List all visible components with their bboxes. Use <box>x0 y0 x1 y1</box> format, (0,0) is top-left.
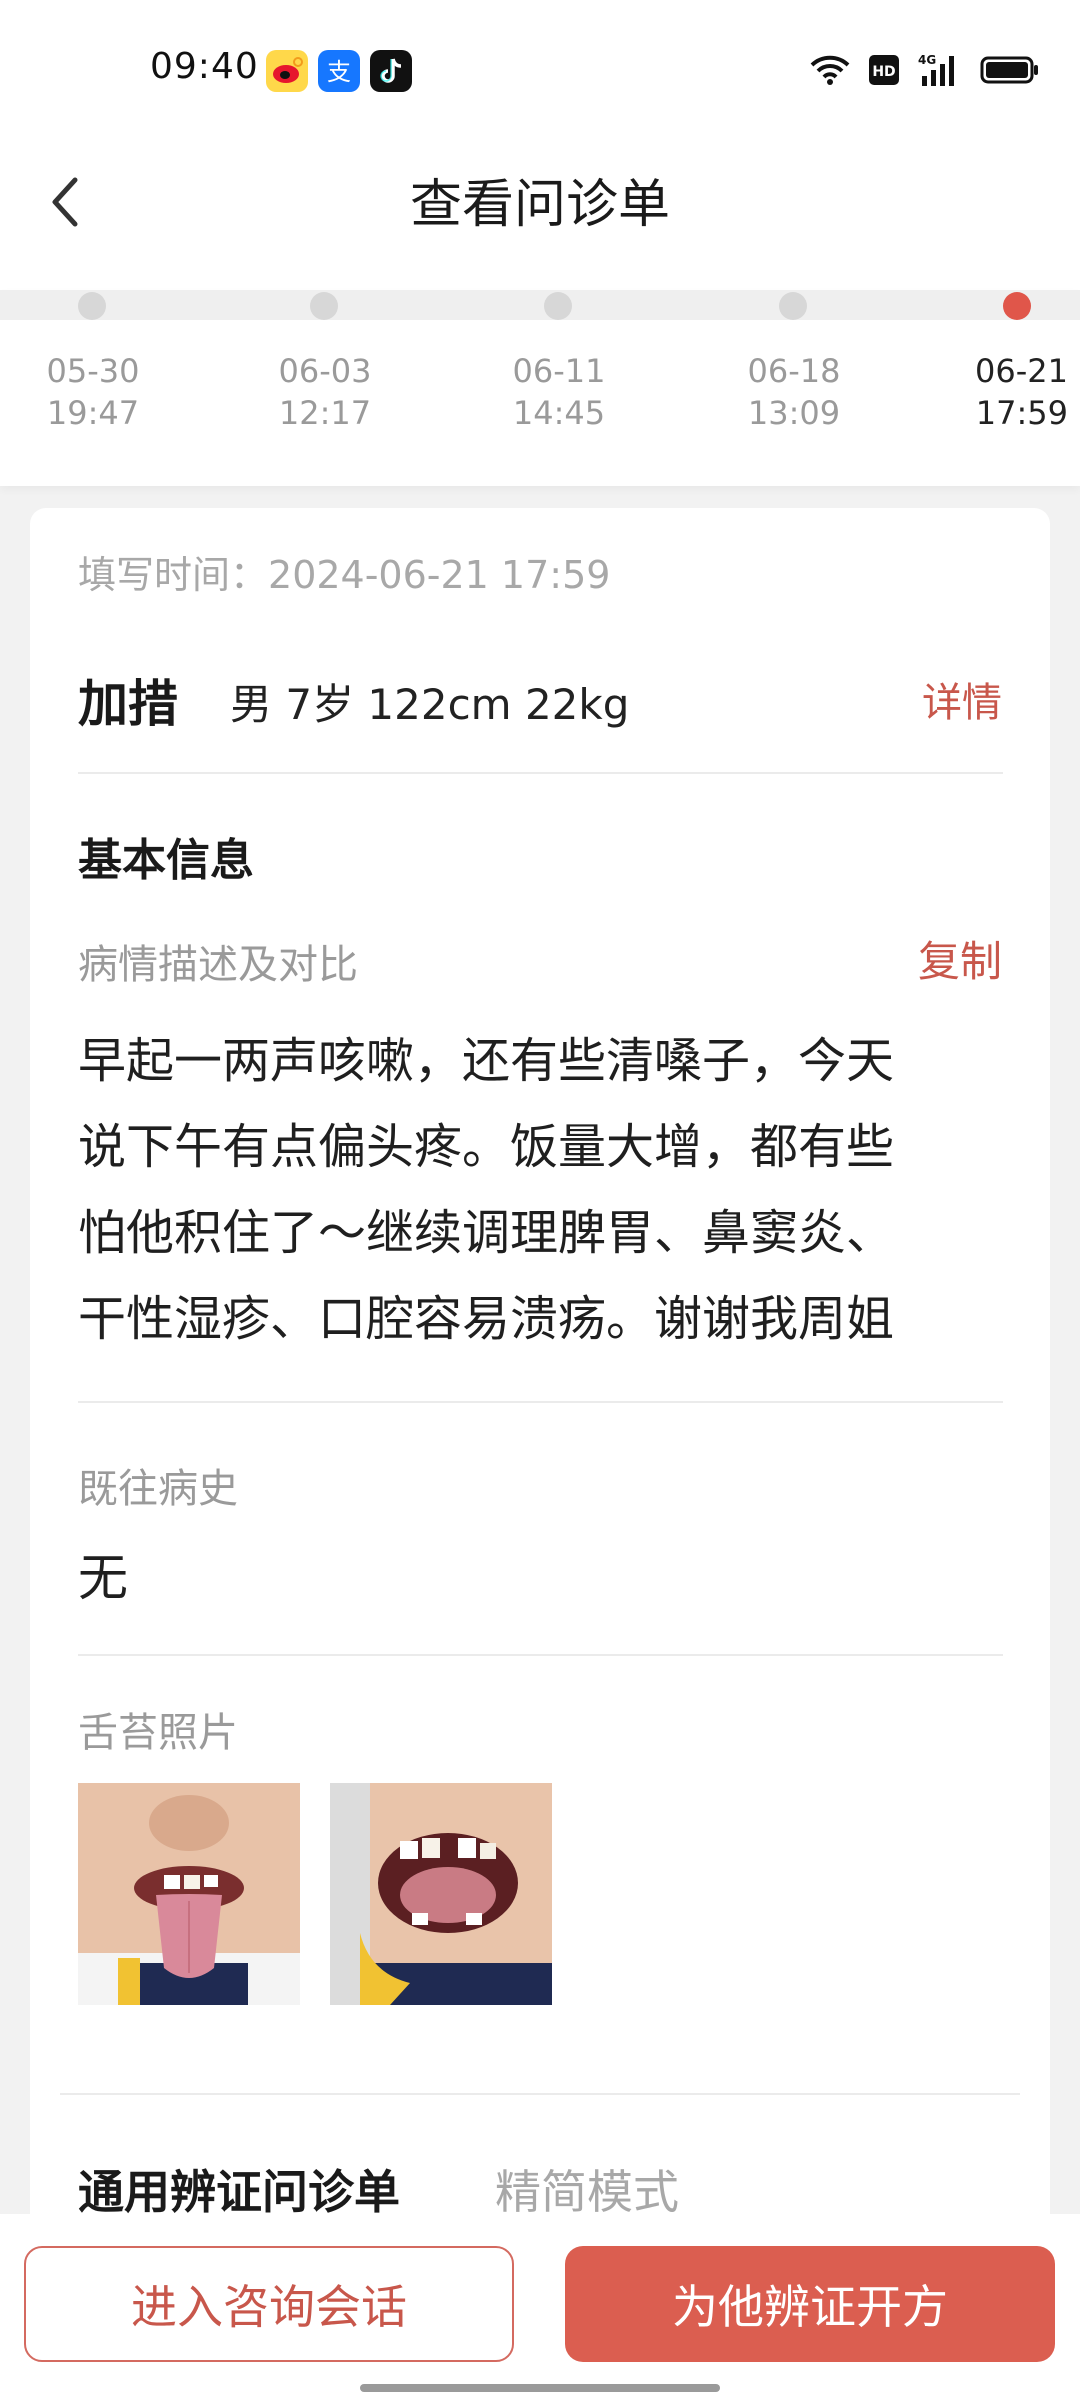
patient-name: 加措 <box>78 675 178 733</box>
history-value: 无 <box>78 1549 128 1607</box>
timeline-date: 06-11 <box>512 352 606 390</box>
consult-session-button[interactable]: 进入咨询会话 <box>24 2246 514 2362</box>
alipay-icon: 支 <box>318 50 360 92</box>
fill-time-label: 填写时间： <box>78 553 269 597</box>
history-label: 既往病史 <box>78 1466 238 1512</box>
header: 查看问诊单 <box>0 140 1080 290</box>
timeline-time: 19:47 <box>46 394 140 432</box>
divider <box>78 772 1003 774</box>
description-label: 病情描述及对比 <box>78 942 358 988</box>
tongue-photo-thumbnail[interactable] <box>330 1783 552 2005</box>
timeline-dot <box>310 292 338 320</box>
status-bar: 09:40 支 HD 4G <box>0 0 1080 140</box>
weibo-icon <box>266 50 308 92</box>
basic-info-title: 基本信息 <box>78 835 254 886</box>
tongue-photo-label: 舌苔照片 <box>78 1710 238 1756</box>
timeline-track <box>0 290 1080 320</box>
page-title: 查看问诊单 <box>409 175 670 235</box>
timeline-date: 05-30 <box>46 352 140 390</box>
fill-time: 填写时间：2024-06-21 17:59 <box>78 544 610 599</box>
timeline-date: 06-21 <box>975 352 1068 390</box>
home-indicator[interactable] <box>360 2384 720 2392</box>
description-line: 说下午有点偏头疼。饭量大增，都有些 <box>78 1119 895 1175</box>
timeline-time: 12:17 <box>278 394 372 432</box>
timeline-dot <box>78 292 106 320</box>
consultation-card: 填写时间：2024-06-21 17:59 加措 男 7岁 122cm 22kg… <box>30 508 1050 2268</box>
battery-icon <box>980 54 1040 90</box>
prescribe-button[interactable]: 为他辨证开方 <box>565 2246 1055 2362</box>
svg-text:HD: HD <box>872 64 895 80</box>
fill-time-value: 2024-06-21 17:59 <box>268 553 611 597</box>
condition-description: 早起一两声咳嗽，还有些清嗓子，今天 说下午有点偏头疼。饭量大增，都有些 怕他积住… <box>78 1018 1008 1362</box>
timeline-dot <box>544 292 572 320</box>
timeline-date: 06-18 <box>747 352 841 390</box>
tab-simple-mode[interactable]: 精简模式 <box>495 2156 679 2222</box>
timeline-date: 06-03 <box>278 352 372 390</box>
visit-timeline: 05-30 19:47 06-03 12:17 06-11 14:45 06-1… <box>0 290 1080 486</box>
divider <box>60 2093 1020 2095</box>
wifi-icon <box>810 54 850 90</box>
description-line: 早起一两声咳嗽，还有些清嗓子，今天 <box>78 1033 895 1089</box>
svg-text:支: 支 <box>327 58 351 86</box>
timeline-dot-active <box>1003 292 1031 320</box>
timeline-time: 17:59 <box>975 394 1068 432</box>
signal-4g-icon: 4G <box>918 52 962 92</box>
tiktok-icon <box>370 50 412 92</box>
divider <box>78 1654 1003 1656</box>
detail-link[interactable]: 详情 <box>922 670 1002 728</box>
status-time: 09:40 <box>150 46 259 87</box>
patient-info: 男 7岁 122cm 22kg <box>230 680 630 729</box>
description-line: 怕他积住了～继续调理脾胃、鼻窦炎、 <box>78 1205 895 1261</box>
copy-button[interactable]: 复制 <box>918 928 1002 989</box>
description-line: 干性湿疹、口腔容易溃疡。谢谢我周姐 <box>78 1291 895 1347</box>
tongue-photo-thumbnail[interactable] <box>78 1783 300 2005</box>
svg-text:4G: 4G <box>918 53 936 67</box>
timeline-time: 14:45 <box>512 394 606 432</box>
divider <box>78 1401 1003 1403</box>
hd-icon: HD <box>868 54 900 90</box>
bottom-action-bar: 进入咨询会话 为他辨证开方 <box>0 2214 1080 2400</box>
tab-general-form[interactable]: 通用辨证问诊单 <box>78 2156 400 2222</box>
timeline-time: 13:09 <box>747 394 841 432</box>
timeline-dot <box>779 292 807 320</box>
